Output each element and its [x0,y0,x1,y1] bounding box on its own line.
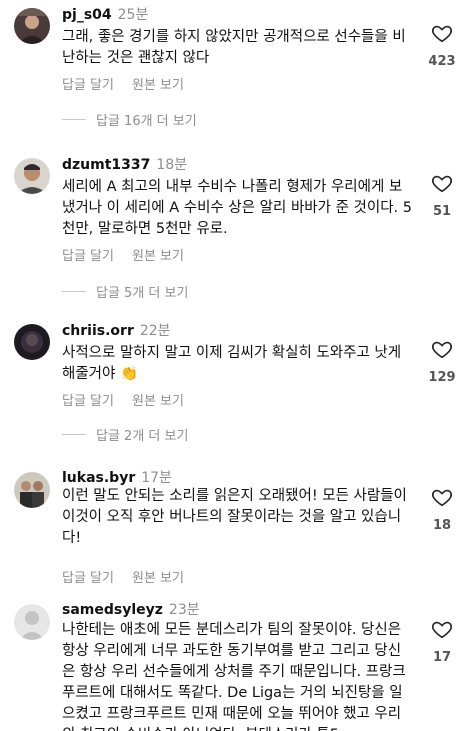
view-more-replies-button[interactable]: 답글 5개 더 보기 [62,282,188,301]
comment-text: 이런 말도 안되는 소리를 읽은지 오래됐어! 모든 사람들이 이것이 오직 후… [62,488,407,546]
avatar[interactable] [14,324,50,360]
comment-text: 나한테는 애초에 모든 분데스리가 팀의 잘못이야. 당신은 항상 우리에게 너… [62,622,406,731]
like-count: 18 [432,518,452,533]
heart-outline-icon[interactable] [431,338,453,360]
comment-header: lukas.byr 17분 [62,469,172,487]
avatar[interactable] [14,604,50,640]
avatar[interactable] [14,158,50,194]
timestamp: 23분 [168,602,200,618]
username[interactable]: chriis.orr [62,323,134,339]
divider [62,434,86,435]
like-count: 129 [428,370,456,385]
reply-button[interactable]: 답글 달기 [62,394,114,409]
see-original-button[interactable]: 원본 보기 [132,249,184,264]
comment-header: dzumt1337 18분 [62,156,187,174]
username[interactable]: samedsyleyz [62,602,163,618]
username[interactable]: lukas.byr [62,470,135,486]
comment-actions: 답글 달기 원본 보기 [62,390,202,409]
more-replies-label: 답글 16개 더 보기 [96,114,197,129]
timestamp: 25분 [117,7,149,23]
more-replies-label: 답글 2개 더 보기 [96,429,189,444]
timestamp: 22분 [139,323,171,339]
comment-actions: 답글 달기 원본 보기 [62,567,202,586]
comment-text: 그래, 좋은 경기를 하지 않았지만 공개적으로 선수들을 비난하는 것은 괜찮… [62,29,406,66]
username[interactable]: dzumt1337 [62,157,150,173]
comment-header: chriis.orr 22분 [62,322,171,340]
reply-button[interactable]: 답글 달기 [62,571,114,586]
comment-text: 사적으로 말하지 말고 이제 김씨가 확실히 도와주고 낫게 해줄거야 👏 [62,345,402,382]
like-control: 18 [420,486,464,533]
heart-outline-icon[interactable] [431,486,453,508]
like-control: 129 [420,338,464,385]
divider [62,119,86,120]
username[interactable]: pj_s04 [62,7,112,23]
comment-actions: 답글 달기 원본 보기 [62,74,202,93]
like-control: 423 [420,22,464,69]
see-original-button[interactable]: 원본 보기 [132,78,184,93]
like-control: 17 [420,618,464,665]
avatar[interactable] [14,472,50,508]
avatar[interactable] [14,8,50,44]
reply-button[interactable]: 답글 달기 [62,249,114,264]
comment-header: samedsyleyz 23분 [62,601,200,619]
timestamp: 18분 [156,157,188,173]
see-original-button[interactable]: 원본 보기 [132,571,184,586]
heart-outline-icon[interactable] [431,618,453,640]
see-original-button[interactable]: 원본 보기 [132,394,184,409]
divider [62,291,86,292]
heart-outline-icon[interactable] [431,172,453,194]
like-count: 423 [428,54,456,69]
heart-outline-icon[interactable] [431,22,453,44]
comment-actions: 답글 달기 원본 보기 [62,245,202,264]
timestamp: 17분 [141,470,172,486]
reply-button[interactable]: 답글 달기 [62,78,114,93]
view-more-replies-button[interactable]: 답글 2개 더 보기 [62,425,188,444]
more-replies-label: 답글 5개 더 보기 [96,286,189,301]
comments-feed: pj_s04 25분 그래, 좋은 경기를 하지 않았지만 공개적으로 선수들을 … [0,0,474,731]
like-count: 17 [432,650,452,665]
comment-text: 세리에 A 최고의 내부 수비수 나폴리 형제가 우리에게 보냈거나 이 세리에… [62,179,412,237]
like-control: 51 [420,172,464,219]
like-count: 51 [432,204,452,219]
comment-header: pj_s04 25분 [62,6,148,24]
view-more-replies-button[interactable]: 답글 16개 더 보기 [62,110,197,129]
